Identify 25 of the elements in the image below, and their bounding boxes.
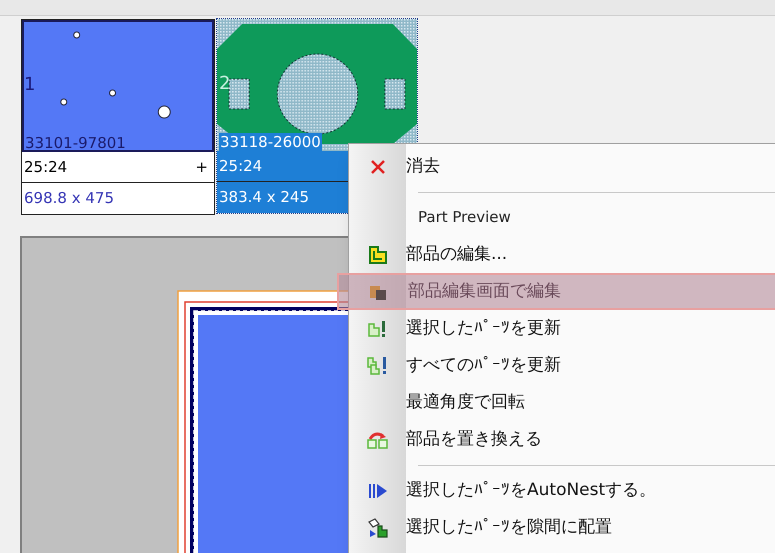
update-icon bbox=[368, 320, 388, 338]
menu-item[interactable]: 選択したﾊﾟｰﾂを隙間に配置 bbox=[337, 509, 775, 546]
menu-item[interactable]: 部品の編集... bbox=[337, 236, 775, 273]
replace-icon bbox=[366, 430, 388, 448]
part-number: 2 bbox=[219, 75, 230, 93]
place-part-icon bbox=[366, 518, 388, 538]
menu-item[interactable]: 部品編集画面で編集 bbox=[337, 273, 775, 310]
part-plus: + bbox=[195, 156, 209, 178]
part-ratio: 25:24 bbox=[219, 156, 262, 177]
part-code: 33101-97801 bbox=[24, 134, 127, 152]
part-size: 698.8 x 475 bbox=[24, 188, 114, 210]
menu-item[interactable]: 部品を置き換える bbox=[337, 421, 775, 458]
menu-item[interactable]: 選択したﾊﾟｰﾂを更新 bbox=[337, 310, 775, 347]
update-all-icon bbox=[366, 356, 388, 376]
delete-icon bbox=[370, 158, 386, 174]
menu-item[interactable]: 最適角度で回転 bbox=[337, 384, 775, 421]
play-icon bbox=[368, 482, 388, 498]
menu-header: Part Preview bbox=[417, 207, 511, 228]
part-size: 383.4 x 245 bbox=[219, 187, 309, 208]
part-number: 1 bbox=[24, 76, 36, 94]
menu-item[interactable]: 選択したﾊﾟｰﾂをAutoNestする。 bbox=[337, 472, 775, 509]
part-tile[interactable]: 1 33101-97801 25:24 + 698.8 x 475 bbox=[21, 19, 215, 215]
menu-item[interactable]: すべてのﾊﾟｰﾂを更新 bbox=[337, 347, 775, 384]
part-ratio: 25:24 bbox=[24, 156, 68, 178]
part-code: 33118-26000 bbox=[219, 133, 322, 151]
